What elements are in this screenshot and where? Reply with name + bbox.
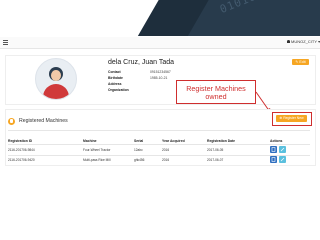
avatar xyxy=(35,58,77,100)
user-icon xyxy=(287,40,290,43)
profile-name: dela Cruz, Juan Tada xyxy=(108,59,175,66)
column-header-registration-date: Registration Date xyxy=(207,139,236,143)
column-header-machine: Machine xyxy=(83,139,97,143)
column-header-actions: Actions xyxy=(270,139,283,143)
cell-year: 2016 xyxy=(162,148,170,152)
menu-icon[interactable] xyxy=(3,40,8,46)
cell-registration-id: 2116-201706-9844 xyxy=(8,148,35,152)
document-icon xyxy=(271,157,276,162)
view-details-button[interactable] xyxy=(270,146,277,153)
column-header-serial: Serial xyxy=(134,139,144,143)
field-value-birthdate: 1985-10-21 xyxy=(150,76,168,80)
cell-registration-date: 2017-06-07 xyxy=(207,158,224,162)
callout-line-2: owned xyxy=(205,92,227,101)
cell-machine: Multi-pass Rice Mill xyxy=(83,158,111,162)
field-label-birthdate: Birthdate xyxy=(108,76,123,80)
cell-machine: Four-Wheel Tractor xyxy=(83,148,111,152)
field-value-contact: 09151234567 xyxy=(150,70,171,74)
cell-registration-id: 2116-201706-9420 xyxy=(8,158,35,162)
edit-machine-button[interactable] xyxy=(279,156,286,163)
column-header-year-acquired: Year Acquired xyxy=(162,139,185,143)
cell-serial: ghk456 xyxy=(134,158,145,162)
tractor-icon xyxy=(8,118,15,125)
user-menu[interactable]: MUNOZ_CITY ▾ xyxy=(287,39,320,44)
edit-icon xyxy=(280,147,285,152)
document-icon xyxy=(271,147,276,152)
section-divider xyxy=(8,130,310,131)
cell-registration-date: 2017-06-05 xyxy=(207,148,224,152)
field-label-address: Address xyxy=(108,82,122,86)
row-divider xyxy=(8,155,310,156)
cell-serial: 12abc xyxy=(134,148,143,152)
edit-icon xyxy=(280,157,285,162)
edit-profile-button[interactable]: ✎ Edit xyxy=(292,59,309,65)
edit-machine-button[interactable] xyxy=(279,146,286,153)
top-navbar xyxy=(0,37,320,49)
callout-annotation: Register Machines owned xyxy=(176,80,256,104)
header-banner: 01010101 01101 xyxy=(0,0,320,36)
section-title: Registered Machines xyxy=(19,118,68,124)
register-new-button[interactable]: ⊕ Register New xyxy=(276,115,307,122)
field-label-contact: Contact xyxy=(108,70,121,74)
field-label-organization: Organization xyxy=(108,88,129,92)
cell-year: 2016 xyxy=(162,158,170,162)
column-header-registration-id: Registration ID xyxy=(8,139,33,143)
header-divider xyxy=(8,144,310,145)
user-menu-label: MUNOZ_CITY xyxy=(291,39,317,44)
view-details-button[interactable] xyxy=(270,156,277,163)
